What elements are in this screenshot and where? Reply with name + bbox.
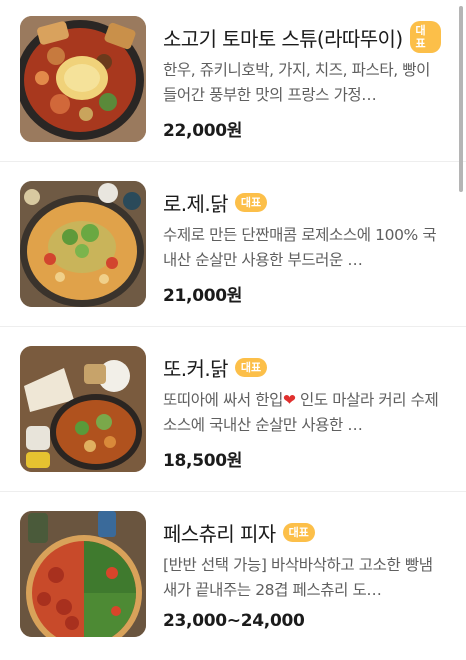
description-text: 또띠아에 싸서 한입 — [163, 391, 283, 409]
menu-item[interactable]: 소고기 토마토 스튜(라따뚜이) 대표 한우, 쥬키니호박, 가지, 치즈, 파… — [0, 0, 466, 165]
red-heart-icon: ❤ — [282, 391, 296, 409]
menu-item-price: 23,000~24,000 — [163, 611, 305, 631]
divider — [0, 161, 466, 162]
menu-item-name: 로.제.닭 — [163, 191, 229, 216]
menu-item-photo — [20, 16, 146, 142]
menu-item[interactable]: 페스츄리 피자 대표 [반반 선택 가능] 바삭바삭하고 고소한 빵냄새가 끝내… — [0, 495, 466, 660]
signature-badge: 대표 — [409, 21, 441, 53]
signature-badge: 대표 — [234, 357, 268, 377]
divider — [0, 326, 466, 327]
divider — [0, 491, 466, 492]
menu-item-photo — [20, 181, 146, 307]
scrollbar[interactable] — [459, 6, 463, 192]
menu-item-price: 18,500원 — [163, 451, 243, 471]
menu-item-description: 한우, 쥬키니호박, 가지, 치즈, 파스타, 빵이 들어간 풍부한 맛의 프랑… — [163, 61, 431, 104]
menu-item-name: 또.커.닭 — [163, 356, 229, 381]
menu-item-description: 수제로 만든 단짠매콤 로제소스에 100% 국내산 순살만 사용한 부드러운 … — [163, 226, 437, 269]
menu-item[interactable]: 로.제.닭 대표 수제로 만든 단짠매콤 로제소스에 100% 국내산 순살만 … — [0, 165, 466, 330]
menu-item-photo — [20, 346, 146, 472]
menu-item-name: 페스츄리 피자 — [163, 521, 276, 546]
menu-item-description: 또띠아에 싸서 한입❤ 인도 마살라 커리 수제소스에 국내산 순살만 사용한 … — [163, 388, 441, 438]
menu-item-name: 소고기 토마토 스튜(라따뚜이) — [163, 26, 403, 51]
menu-item-description: [반반 선택 가능] 바삭바삭하고 고소한 빵냄새가 끝내주는 28겹 페스츄리… — [163, 556, 433, 599]
signature-badge: 대표 — [234, 192, 268, 212]
menu-item-photo — [20, 511, 146, 637]
menu-item[interactable]: 또.커.닭 대표 또띠아에 싸서 한입❤ 인도 마살라 커리 수제소스에 국내산… — [0, 330, 466, 495]
signature-badge: 대표 — [282, 522, 315, 542]
menu-item-price: 22,000원 — [163, 121, 243, 141]
menu-item-price: 21,000원 — [163, 286, 243, 306]
